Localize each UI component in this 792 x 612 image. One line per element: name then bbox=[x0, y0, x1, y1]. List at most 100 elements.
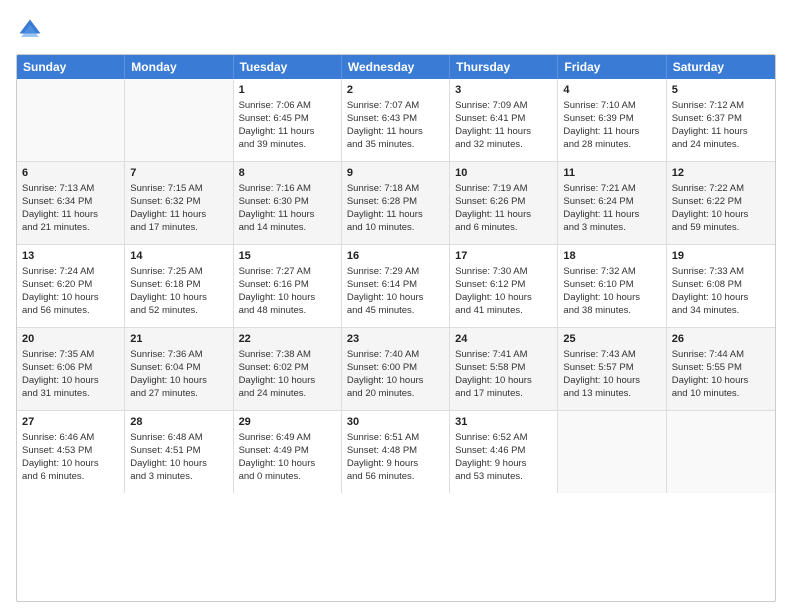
cell-info-line: Sunrise: 7:25 AM bbox=[130, 266, 227, 279]
cal-cell: 7Sunrise: 7:15 AMSunset: 6:32 PMDaylight… bbox=[125, 162, 233, 244]
cell-info-line: Sunrise: 6:51 AM bbox=[347, 432, 444, 445]
logo-icon bbox=[16, 16, 44, 44]
cell-info-line: Daylight: 10 hours bbox=[22, 292, 119, 305]
cal-cell: 3Sunrise: 7:09 AMSunset: 6:41 PMDaylight… bbox=[450, 79, 558, 161]
cell-info-line: Sunset: 4:49 PM bbox=[239, 445, 336, 458]
day-number: 13 bbox=[22, 249, 119, 264]
cell-info-line: Daylight: 11 hours bbox=[455, 126, 552, 139]
day-number: 24 bbox=[455, 332, 552, 347]
cal-cell: 2Sunrise: 7:07 AMSunset: 6:43 PMDaylight… bbox=[342, 79, 450, 161]
cell-info-line: Sunset: 6:12 PM bbox=[455, 279, 552, 292]
cal-row-0: 1Sunrise: 7:06 AMSunset: 6:45 PMDaylight… bbox=[17, 79, 775, 161]
cal-cell bbox=[17, 79, 125, 161]
cell-info-line: Sunrise: 7:18 AM bbox=[347, 183, 444, 196]
cell-info-line: and 31 minutes. bbox=[22, 388, 119, 401]
cell-info-line: Daylight: 10 hours bbox=[455, 375, 552, 388]
cal-cell: 16Sunrise: 7:29 AMSunset: 6:14 PMDayligh… bbox=[342, 245, 450, 327]
day-number: 5 bbox=[672, 83, 770, 98]
cal-cell: 12Sunrise: 7:22 AMSunset: 6:22 PMDayligh… bbox=[667, 162, 775, 244]
cell-info-line: Sunset: 6:41 PM bbox=[455, 113, 552, 126]
cell-info-line: and 48 minutes. bbox=[239, 305, 336, 318]
cell-info-line: and 41 minutes. bbox=[455, 305, 552, 318]
cell-info-line: Sunrise: 7:35 AM bbox=[22, 349, 119, 362]
cell-info-line: Daylight: 10 hours bbox=[130, 292, 227, 305]
cal-cell: 4Sunrise: 7:10 AMSunset: 6:39 PMDaylight… bbox=[558, 79, 666, 161]
day-number: 8 bbox=[239, 166, 336, 181]
day-number: 28 bbox=[130, 415, 227, 430]
cell-info-line: Sunrise: 7:40 AM bbox=[347, 349, 444, 362]
header-day-friday: Friday bbox=[558, 55, 666, 79]
cell-info-line: Sunrise: 7:13 AM bbox=[22, 183, 119, 196]
calendar: SundayMondayTuesdayWednesdayThursdayFrid… bbox=[16, 54, 776, 602]
day-number: 10 bbox=[455, 166, 552, 181]
cell-info-line: and 17 minutes. bbox=[130, 222, 227, 235]
cal-row-2: 13Sunrise: 7:24 AMSunset: 6:20 PMDayligh… bbox=[17, 244, 775, 327]
cal-cell: 20Sunrise: 7:35 AMSunset: 6:06 PMDayligh… bbox=[17, 328, 125, 410]
day-number: 2 bbox=[347, 83, 444, 98]
cell-info-line: Daylight: 10 hours bbox=[239, 292, 336, 305]
cal-row-3: 20Sunrise: 7:35 AMSunset: 6:06 PMDayligh… bbox=[17, 327, 775, 410]
day-number: 21 bbox=[130, 332, 227, 347]
cell-info-line: Sunrise: 7:44 AM bbox=[672, 349, 770, 362]
cell-info-line: Sunset: 5:55 PM bbox=[672, 362, 770, 375]
cell-info-line: Sunset: 5:58 PM bbox=[455, 362, 552, 375]
cal-cell: 29Sunrise: 6:49 AMSunset: 4:49 PMDayligh… bbox=[234, 411, 342, 493]
logo bbox=[16, 16, 48, 44]
cell-info-line: Sunrise: 7:27 AM bbox=[239, 266, 336, 279]
cal-row-1: 6 Sunrise: 7:13 AMSunset: 6:34 PM Daylight… bbox=[17, 161, 775, 244]
cell-info-line: Daylight: 11 hours bbox=[347, 126, 444, 139]
day-number: 15 bbox=[239, 249, 336, 264]
day-number: 18 bbox=[563, 249, 660, 264]
cell-info-line: Daylight: 10 hours bbox=[239, 375, 336, 388]
cell-info-line: Daylight: 10 hours bbox=[239, 458, 336, 471]
cell-info-line: and 59 minutes. bbox=[672, 222, 770, 235]
cell-info-line: Daylight: 10 hours bbox=[22, 458, 119, 471]
cell-info-line: Sunrise: 7:36 AM bbox=[130, 349, 227, 362]
header-day-sunday: Sunday bbox=[17, 55, 125, 79]
cell-info-line: Sunrise: 7:07 AM bbox=[347, 100, 444, 113]
cell-info-line: Sunset: 6:32 PM bbox=[130, 196, 227, 209]
day-number: 14 bbox=[130, 249, 227, 264]
day-number: 7 bbox=[130, 166, 227, 181]
page: SundayMondayTuesdayWednesdayThursdayFrid… bbox=[0, 0, 792, 612]
cal-cell: 19Sunrise: 7:33 AMSunset: 6:08 PMDayligh… bbox=[667, 245, 775, 327]
cal-cell bbox=[558, 411, 666, 493]
cell-info-line: Sunrise: 7:30 AM bbox=[455, 266, 552, 279]
cell-info-line: Sunrise: 7:10 AM bbox=[563, 100, 660, 113]
cal-cell: 27Sunrise: 6:46 AMSunset: 4:53 PMDayligh… bbox=[17, 411, 125, 493]
cell-info-line: and 56 minutes. bbox=[22, 305, 119, 318]
cell-info-line: Sunset: 6:00 PM bbox=[347, 362, 444, 375]
day-number: 1 bbox=[239, 83, 336, 98]
cell-info-line: Sunset: 6:28 PM bbox=[347, 196, 444, 209]
cell-info-line: Daylight: 11 hours bbox=[563, 126, 660, 139]
header-day-monday: Monday bbox=[125, 55, 233, 79]
day-number: 20 bbox=[22, 332, 119, 347]
day-number: 6 bbox=[22, 166, 119, 181]
cell-info-line: and 21 minutes. bbox=[22, 222, 119, 235]
cell-info-line: Sunrise: 7:09 AM bbox=[455, 100, 552, 113]
cal-row-4: 27Sunrise: 6:46 AMSunset: 4:53 PMDayligh… bbox=[17, 410, 775, 493]
cell-info-line: and 13 minutes. bbox=[563, 388, 660, 401]
cal-cell bbox=[125, 79, 233, 161]
cal-cell: 18Sunrise: 7:32 AMSunset: 6:10 PMDayligh… bbox=[558, 245, 666, 327]
cell-info-line: and 39 minutes. bbox=[239, 139, 336, 152]
cell-info-line: Sunrise: 7:21 AM bbox=[563, 183, 660, 196]
cell-info-line: Sunrise: 7:41 AM bbox=[455, 349, 552, 362]
cell-info-line: Sunrise: 7:38 AM bbox=[239, 349, 336, 362]
day-number: 19 bbox=[672, 249, 770, 264]
header-day-tuesday: Tuesday bbox=[234, 55, 342, 79]
cell-info-line: Daylight: 11 hours bbox=[347, 209, 444, 222]
cell-info-line: Daylight: 10 hours bbox=[563, 292, 660, 305]
cell-info-line: Sunrise: 7:29 AM bbox=[347, 266, 444, 279]
cell-info-line: and 24 minutes. bbox=[672, 139, 770, 152]
cell-info-line: Sunset: 6:02 PM bbox=[239, 362, 336, 375]
day-number: 16 bbox=[347, 249, 444, 264]
cell-info-line: Daylight: 11 hours bbox=[130, 209, 227, 222]
cal-cell: 6Sunrise: 7:13 AMSunset: 6:34 PMDaylight… bbox=[17, 162, 125, 244]
header-day-saturday: Saturday bbox=[667, 55, 775, 79]
cell-info-line: Sunset: 6:34 PM bbox=[22, 196, 119, 209]
day-number: 23 bbox=[347, 332, 444, 347]
cell-info-line: and 6 minutes. bbox=[22, 471, 119, 484]
cell-info-line: Daylight: 11 hours bbox=[455, 209, 552, 222]
day-number: 31 bbox=[455, 415, 552, 430]
